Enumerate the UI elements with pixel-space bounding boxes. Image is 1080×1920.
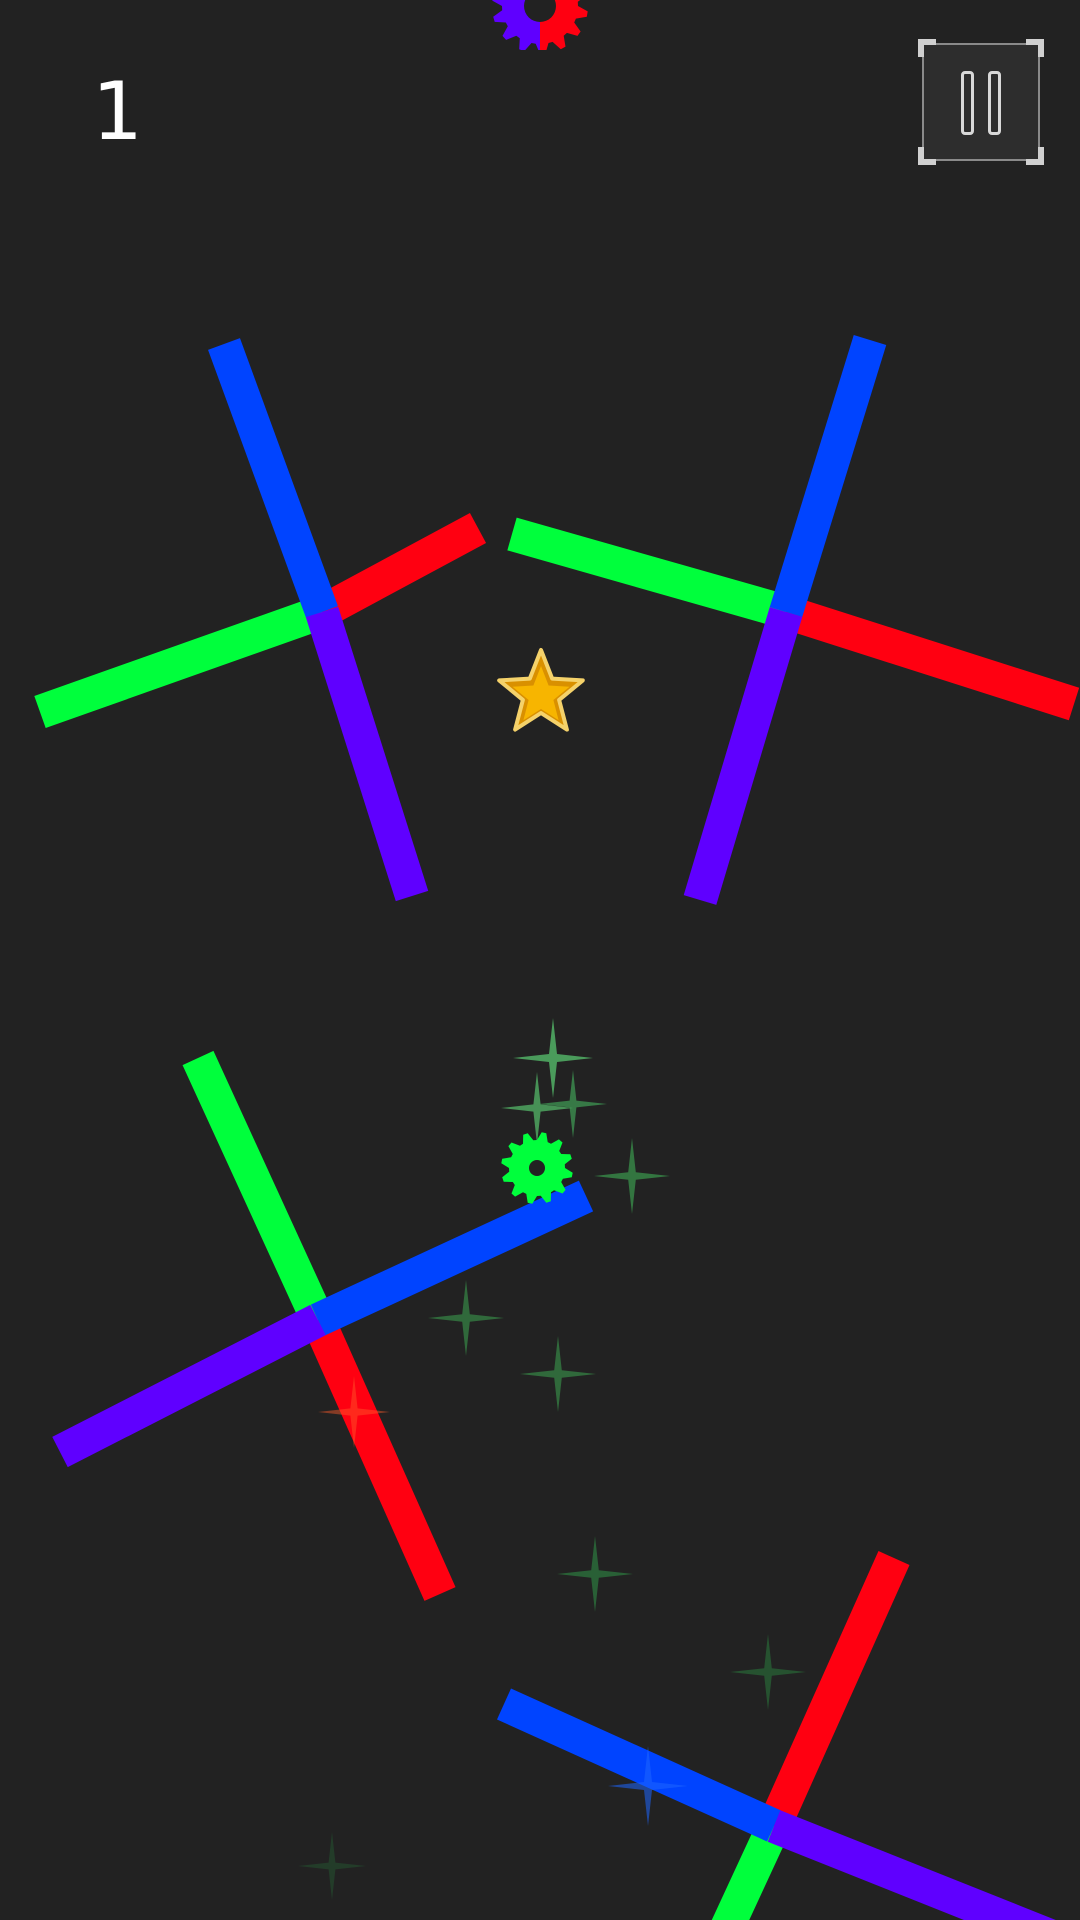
color-switch-gear-icon [492, 0, 588, 50]
sparkle-icon [557, 1536, 633, 1612]
spinner-2 [507, 334, 1080, 905]
spinner-arm-green [34, 595, 328, 729]
spinner-arm-blue [310, 1180, 594, 1336]
spinner-arm-green [182, 1050, 334, 1328]
star-pickup-icon [497, 648, 585, 732]
spinner-arm-red [313, 513, 487, 627]
spinner-arm-red [758, 1551, 910, 1833]
sparkle-icon [298, 1832, 366, 1900]
player-gear-icon [501, 1132, 573, 1204]
sparkle-icon [520, 1336, 596, 1412]
spinner-arm-blue [769, 334, 887, 618]
sparkle-icon [428, 1280, 504, 1356]
pause-icon [961, 71, 974, 135]
spinner-1 [34, 338, 487, 902]
pause-button[interactable] [918, 39, 1044, 165]
score-counter: 1 [92, 65, 143, 158]
spinner-arm-purple [52, 1304, 326, 1468]
sparkle-icon [730, 1634, 806, 1710]
spinner-arm-purple [305, 606, 429, 902]
sparkle-icon [501, 1072, 573, 1144]
spinner-arm-purple [767, 1810, 1056, 1920]
game-canvas [34, 0, 1080, 1920]
spinner-arm-red [302, 1313, 456, 1601]
spinner-arm-purple [683, 607, 803, 905]
sparkle-icon [594, 1138, 670, 1214]
spinner-arm-blue [496, 1688, 782, 1842]
spinner-arm-green [507, 517, 791, 629]
sparkle-icon [539, 1070, 607, 1138]
spinner-arm-red [780, 595, 1080, 721]
spinner-obstacles [34, 334, 1080, 1920]
spinner-arm-blue [208, 338, 338, 618]
spinner-3 [52, 1050, 594, 1601]
spinner-4 [496, 1551, 1056, 1920]
sparkle-icon [513, 1018, 593, 1098]
